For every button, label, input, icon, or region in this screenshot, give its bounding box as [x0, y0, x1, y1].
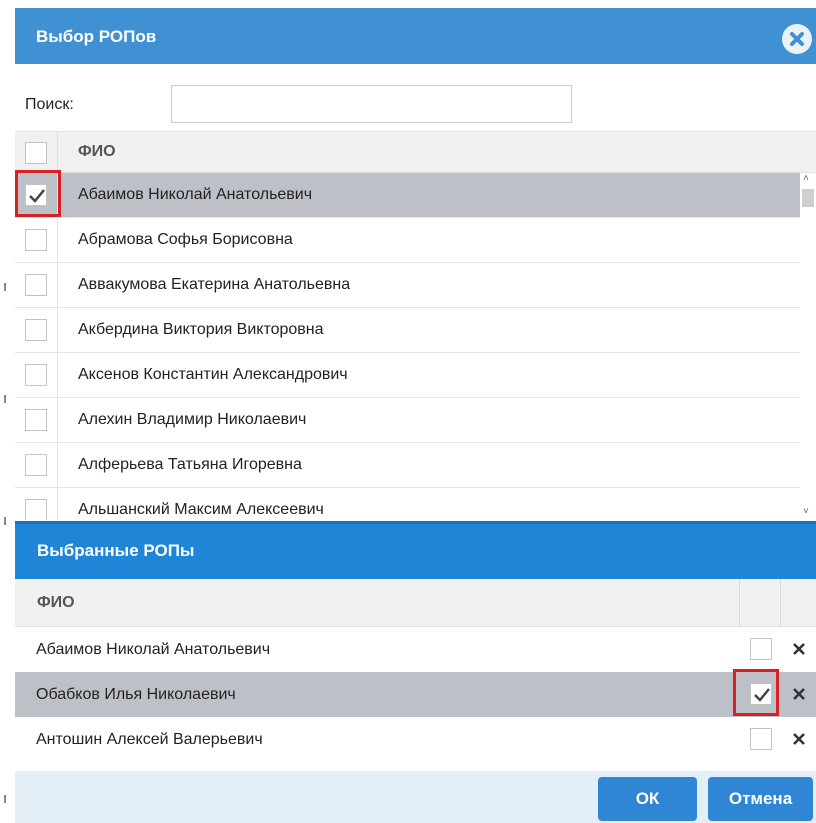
header-divider: [780, 579, 781, 626]
cell-divider: [57, 308, 58, 352]
row-checkbox[interactable]: [25, 409, 47, 431]
row-name: Абрамова Софья Борисовна: [78, 231, 293, 248]
edge-tick: [4, 517, 6, 525]
list-row[interactable]: Абаимов Николай Анатольевич: [15, 173, 800, 218]
search-input[interactable]: [171, 85, 572, 123]
selected-panel-bar: Выбранные РОПы: [15, 521, 816, 579]
header-divider: [57, 132, 58, 172]
remove-button[interactable]: [789, 684, 809, 704]
edge-tick: [4, 795, 6, 803]
dialog-footer: ОК Отмена: [15, 771, 816, 823]
cell-divider: [57, 218, 58, 262]
ok-button[interactable]: ОК: [598, 777, 697, 821]
row-name: Алехин Владимир Николаевич: [78, 411, 307, 428]
selected-row-checkbox[interactable]: [750, 728, 772, 750]
list-header: ФИО: [15, 131, 816, 173]
remove-button[interactable]: [789, 729, 809, 749]
list-row[interactable]: Аввакумова Екатерина Анатольевна: [15, 263, 800, 308]
list-row[interactable]: Акбердина Виктория Викторовна: [15, 308, 800, 353]
selected-row-name: Обабков Илья Николаевич: [36, 686, 236, 703]
row-name: Акбердина Виктория Викторовна: [78, 321, 324, 338]
scroll-up-arrow-icon[interactable]: ˄: [803, 173, 809, 184]
checkmark-icon: [754, 688, 770, 702]
row-name: Аксенов Константин Александрович: [78, 366, 348, 383]
row-checkbox[interactable]: [25, 499, 47, 520]
remove-icon: [793, 733, 805, 745]
cell-divider: [57, 173, 58, 217]
row-checkbox[interactable]: [25, 229, 47, 251]
selected-row-name: Абаимов Николай Анатольевич: [36, 641, 271, 658]
selected-column-header-fio: ФИО: [37, 594, 75, 611]
row-checkbox[interactable]: [25, 274, 47, 296]
cancel-button[interactable]: Отмена: [708, 777, 813, 821]
close-button[interactable]: [782, 24, 812, 54]
column-header-fio: ФИО: [78, 143, 116, 160]
remove-icon: [793, 688, 805, 700]
list-row[interactable]: Аксенов Константин Александрович: [15, 353, 800, 398]
remove-icon: [793, 643, 805, 655]
scroll-down-arrow-icon[interactable]: ˅: [803, 506, 809, 517]
edge-tick: [4, 283, 6, 291]
dialog-title-bar: Выбор РОПов: [15, 8, 816, 64]
list-row[interactable]: Абрамова Софья Борисовна: [15, 218, 800, 263]
row-name: Аввакумова Екатерина Анатольевна: [78, 276, 351, 293]
cell-divider: [57, 398, 58, 442]
rop-select-dialog: Выбор РОПов Поиск: ФИО Абаимов Николай А…: [15, 8, 816, 823]
row-checkbox[interactable]: [25, 364, 47, 386]
row-name: Абаимов Николай Анатольевич: [78, 186, 313, 203]
header-divider: [739, 579, 740, 626]
select-all-checkbox[interactable]: [25, 142, 47, 164]
row-checkbox[interactable]: [25, 184, 47, 206]
selected-row-checkbox[interactable]: [750, 683, 772, 705]
remove-button[interactable]: [789, 639, 809, 659]
row-checkbox[interactable]: [25, 454, 47, 476]
cell-divider: [57, 353, 58, 397]
selected-row[interactable]: Антошин Алексей Валерьевич: [15, 717, 816, 762]
checkmark-icon: [29, 189, 45, 203]
selected-row-checkbox[interactable]: [750, 638, 772, 660]
list-row[interactable]: Алферьева Татьяна Игоревна: [15, 443, 800, 488]
search-label: Поиск:: [25, 96, 74, 113]
row-name: Алферьева Татьяна Игоревна: [78, 456, 302, 473]
left-edge-strip: [0, 0, 10, 823]
selected-list-header: ФИО: [15, 579, 816, 627]
cell-divider: [57, 488, 58, 520]
list-scrollbar[interactable]: ˄ ˅: [800, 173, 816, 520]
search-row: Поиск:: [15, 64, 816, 139]
rop-list: Абаимов Николай Анатольевич Абрамова Софь…: [15, 173, 800, 520]
scrollbar-thumb[interactable]: [802, 189, 814, 207]
cell-divider: [57, 443, 58, 487]
close-icon: [790, 32, 804, 46]
list-row[interactable]: Альшанский Максим Алексеевич: [15, 488, 800, 520]
dialog-title: Выбор РОПов: [36, 27, 157, 46]
selected-row[interactable]: Абаимов Николай Анатольевич: [15, 627, 816, 672]
selected-row-name: Антошин Алексей Валерьевич: [36, 731, 263, 748]
list-row[interactable]: Алехин Владимир Николаевич: [15, 398, 800, 443]
row-checkbox[interactable]: [25, 319, 47, 341]
cell-divider: [57, 263, 58, 307]
selected-panel-title: Выбранные РОПы: [37, 541, 195, 560]
edge-tick: [4, 395, 6, 403]
selected-row[interactable]: Обабков Илья Николаевич: [15, 672, 816, 717]
row-name: Альшанский Максим Алексеевич: [78, 501, 324, 518]
